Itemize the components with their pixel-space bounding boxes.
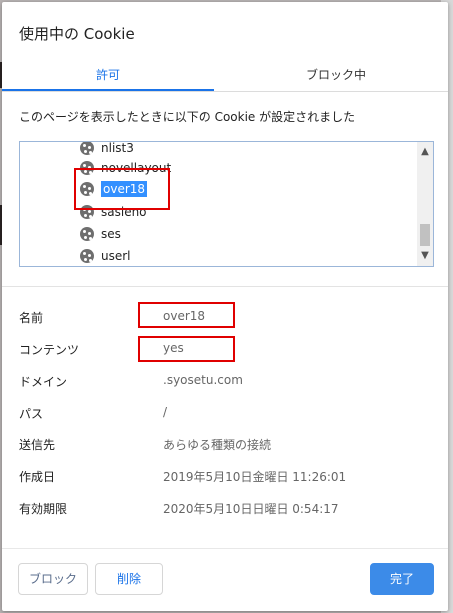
path-value: / (163, 405, 168, 419)
annotation-highlight (138, 302, 235, 328)
list-item[interactable]: ses (80, 224, 121, 244)
divider (2, 286, 448, 287)
cookie-name: userl (101, 249, 131, 263)
tab-allowed[interactable]: 許可 (2, 62, 214, 91)
created-label: 作成日 (19, 470, 56, 484)
delete-button[interactable]: 削除 (95, 563, 163, 595)
tab-blocked[interactable]: ブロック中 (224, 62, 448, 91)
send-for-label: 送信先 (19, 438, 56, 452)
cookie-name: ses (101, 227, 121, 241)
cookie-icon (80, 227, 94, 241)
done-button[interactable]: 完了 (370, 563, 434, 595)
cookies-dialog: 使用中の Cookie 許可 ブロック中 このページを表示したときに以下の Co… (2, 2, 448, 611)
expires-value: 2020年5月10日日曜日 0:54:17 (163, 502, 339, 516)
chevron-up-icon[interactable]: ▲ (417, 144, 433, 160)
content-label: コンテンツ (19, 343, 80, 357)
tab-bar: 許可 ブロック中 (2, 62, 448, 92)
chevron-down-icon[interactable]: ▼ (417, 248, 433, 264)
cookie-icon (80, 142, 94, 155)
list-item[interactable]: userl (80, 246, 131, 266)
scroll-thumb[interactable] (420, 224, 430, 246)
path-label: パス (19, 407, 44, 421)
cookie-name: nlist3 (101, 141, 134, 155)
created-value: 2019年5月10日金曜日 11:26:01 (163, 470, 347, 484)
expires-label: 有効期限 (19, 502, 68, 516)
list-item[interactable]: nlist3 (80, 141, 134, 158)
annotation-highlight (138, 336, 235, 362)
dialog-title: 使用中の Cookie (19, 25, 135, 43)
list-scrollbar[interactable]: ▲ ▼ (417, 142, 433, 266)
name-label: 名前 (19, 311, 44, 325)
domain-value: .syosetu.com (163, 373, 243, 387)
block-button[interactable]: ブロック (18, 563, 88, 595)
cookie-icon (80, 249, 94, 263)
send-for-value: あらゆる種類の接続 (163, 438, 272, 452)
footer-divider (2, 548, 448, 549)
domain-label: ドメイン (19, 375, 68, 389)
cookie-description: このページを表示したときに以下の Cookie が設定されました (19, 110, 356, 124)
annotation-highlight (74, 168, 170, 210)
